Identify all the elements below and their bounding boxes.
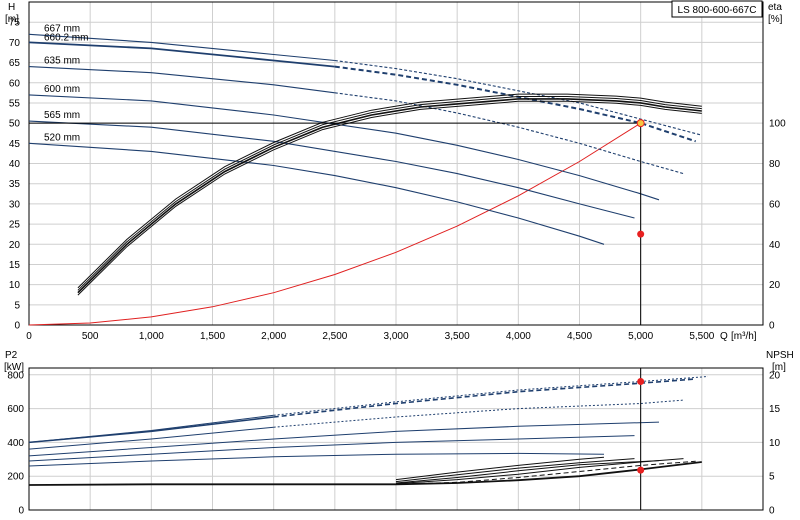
x-tick-label: 3,500: [445, 331, 470, 342]
npsh-tick-label: 10: [769, 438, 781, 449]
head-axis-label: H: [8, 2, 15, 13]
power-tick-label: 800: [7, 370, 24, 381]
x-tick-label: 1,000: [139, 331, 164, 342]
head-tick-label: 5: [14, 300, 20, 311]
head-tick-label: 65: [9, 58, 21, 69]
power-tick-label: 600: [7, 404, 24, 415]
eta-axis-label: eta: [768, 2, 782, 13]
x-tick-label: 4,000: [506, 331, 531, 342]
head-curve: [28, 142, 605, 245]
chart-title: LS 800-600-667C: [678, 5, 757, 16]
power-tick-label: 200: [7, 472, 24, 483]
efficiency-curve: [77, 98, 702, 294]
head-tick-label: 25: [9, 220, 21, 231]
flow-axis-unit: [m³/h]: [731, 331, 757, 342]
eta-tick-label: 60: [769, 199, 781, 210]
eta-axis-unit: [%]: [768, 14, 783, 25]
power-grid: [28, 368, 763, 511]
power-point: [637, 378, 645, 386]
head-tick-label: 50: [9, 119, 21, 130]
head-tick-label: 55: [9, 98, 21, 109]
head-tick-label: 20: [9, 240, 21, 251]
power-tick-label: 400: [7, 438, 24, 449]
power-axis-label: P2: [5, 350, 18, 361]
efficiency-point: [637, 230, 645, 238]
efficiency-curve: [77, 100, 702, 296]
pump-curve-chart: LS 800-600-667C H [m] eta [%] Q [m³/h] P…: [4, 0, 794, 517]
head-tick-label: 10: [9, 280, 21, 291]
head-tick-label: 30: [9, 199, 21, 210]
diameter-label: 635 mm: [44, 56, 80, 67]
npsh-curve: [395, 458, 635, 483]
head-tick-label: 75: [9, 18, 21, 29]
power-curve: [28, 421, 660, 457]
head-tick-label: 35: [9, 179, 21, 190]
head-tick-label: 70: [9, 38, 21, 49]
x-tick-label: 2,500: [322, 331, 347, 342]
npsh-tick-label: 5: [769, 472, 775, 483]
efficiency-curve: [77, 96, 702, 291]
x-tick-label: 5,500: [689, 331, 714, 342]
eta-tick-label: 20: [769, 280, 781, 291]
x-tick-label: 500: [82, 331, 99, 342]
eta-tick-label: 40: [769, 240, 781, 251]
duty-point: [636, 119, 645, 128]
head-tick-label: 45: [9, 139, 21, 150]
head-tick-label: 15: [9, 260, 21, 271]
power-tick-label: 0: [18, 506, 24, 517]
npsh-tick-label: 15: [769, 404, 781, 415]
x-tick-label: 1,500: [200, 331, 225, 342]
power-curve: [28, 452, 605, 467]
diameter-label: 520 mm: [44, 132, 80, 143]
diameter-label: 600 mm: [44, 84, 80, 95]
duty-markers: [29, 119, 645, 510]
x-tick-label: 3,000: [383, 331, 408, 342]
diameter-label: 660.2 mm: [44, 32, 88, 43]
x-tick-label: 5,000: [628, 331, 653, 342]
head-grid: [28, 2, 763, 326]
x-tick-label: 2,000: [261, 331, 286, 342]
npsh-axis-label: NPSH: [766, 350, 794, 361]
head-tick-label: 60: [9, 78, 21, 89]
x-tick-label: 4,500: [567, 331, 592, 342]
power-curve-dashed: [273, 378, 696, 418]
npsh-tick-label: 0: [769, 506, 775, 517]
head-tick-label: 40: [9, 159, 21, 170]
head-curve-dashed: [334, 65, 697, 143]
diameter-label: 565 mm: [44, 110, 80, 121]
npsh-point: [637, 466, 645, 474]
flow-axis-label: Q: [720, 331, 728, 342]
power-curves: [28, 376, 709, 486]
head-tick-label: 0: [14, 321, 20, 332]
eta-tick-label: 100: [769, 119, 786, 130]
eta-tick-label: 80: [769, 159, 781, 170]
npsh-tick-label: 20: [769, 370, 781, 381]
head-curves: 667 mm660.2 mm635 mm600 mm565 mm520 mm: [28, 23, 702, 326]
eta-tick-label: 0: [769, 321, 775, 332]
power-curve: [28, 435, 635, 462]
x-tick-label: 0: [26, 331, 32, 342]
